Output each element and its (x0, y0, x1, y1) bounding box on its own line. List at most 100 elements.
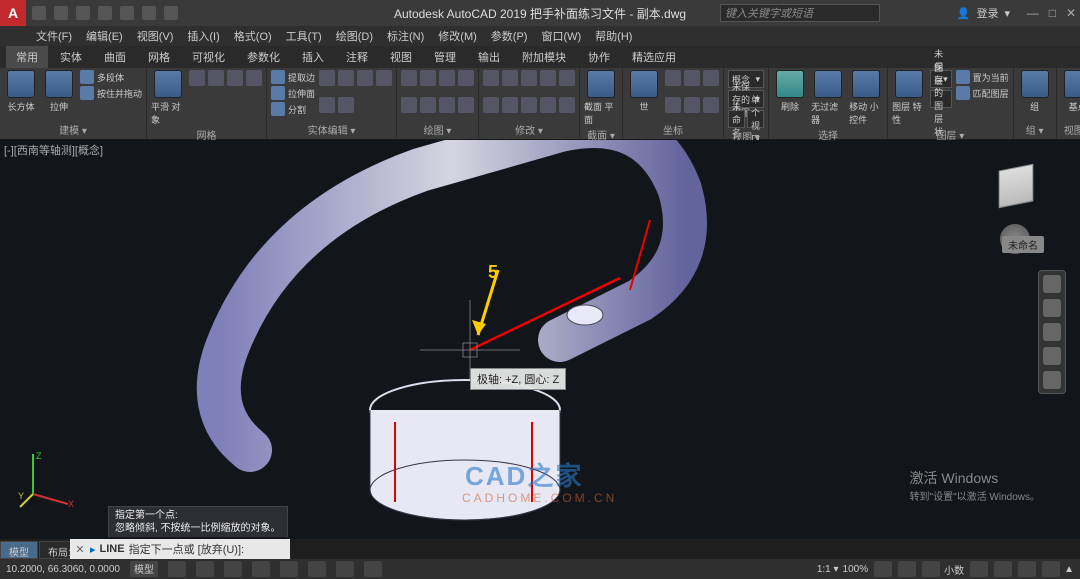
scale-icon[interactable] (559, 70, 575, 86)
menu-insert[interactable]: 插入(I) (181, 28, 225, 44)
customize-arrow-icon[interactable]: ▲ (1064, 564, 1074, 575)
qat-save-icon[interactable] (76, 6, 90, 20)
qat-redo-icon[interactable] (164, 6, 178, 20)
menu-edit[interactable]: 编辑(E) (80, 28, 129, 44)
offset-icon[interactable] (559, 97, 575, 113)
ucs-tool-icon[interactable] (703, 70, 719, 86)
layer-state-dropdown[interactable]: 未保存的图层状态 (930, 90, 952, 108)
drawing-viewport[interactable]: [-][西南等轴测][概念] 5 极轴: +Z, 圆心: Z 未命名 (0, 140, 1080, 539)
clean-screen-icon[interactable] (1042, 561, 1060, 577)
mirror-icon[interactable] (540, 70, 556, 86)
command-close-icon[interactable]: ✕ (70, 543, 90, 556)
polar-toggle-icon[interactable] (252, 561, 270, 577)
tab-surface[interactable]: 曲面 (94, 46, 136, 68)
tab-insert[interactable]: 插入 (292, 46, 334, 68)
tab-home[interactable]: 常用 (6, 46, 48, 68)
model-paper-toggle[interactable]: 模型 (130, 561, 158, 577)
tab-manage[interactable]: 管理 (424, 46, 466, 68)
ortho-toggle-icon[interactable] (224, 561, 242, 577)
named-dropdown[interactable]: 未命名 (728, 110, 745, 128)
ucs-tool-icon[interactable] (684, 97, 700, 113)
anno-monitor-icon[interactable] (922, 561, 940, 577)
ellipse-icon[interactable] (420, 97, 436, 113)
annotation-scale-icon[interactable] (874, 561, 892, 577)
user-dropdown-icon[interactable]: ▾ (1004, 7, 1010, 20)
polyline-icon[interactable] (420, 70, 436, 86)
spline-icon[interactable] (439, 97, 455, 113)
tab-output[interactable]: 输出 (468, 46, 510, 68)
viewport-dropdown[interactable]: 单个视口 (747, 110, 764, 128)
zoom-percent[interactable]: 100% (843, 564, 869, 575)
quickprops-icon[interactable] (970, 561, 988, 577)
move-gizmo-button[interactable]: 移动 小控件 (849, 70, 883, 126)
snap-toggle-icon[interactable] (196, 561, 214, 577)
layer-properties-button[interactable]: 图层 特性 (892, 70, 926, 126)
tab-parametric[interactable]: 参数化 (237, 46, 290, 68)
unnamed-view-tag[interactable]: 未命名 (1002, 236, 1044, 253)
app-logo[interactable]: A (0, 0, 26, 26)
login-link[interactable]: 登录 (976, 5, 998, 21)
panel-title-group[interactable]: 组 ▾ (1018, 121, 1052, 137)
nav-zoom-icon[interactable] (1043, 323, 1061, 341)
isolate-icon[interactable] (1018, 561, 1036, 577)
line-icon[interactable] (401, 70, 417, 86)
menu-file[interactable]: 文件(F) (30, 28, 78, 44)
mesh-tool-icon[interactable] (189, 70, 205, 86)
tab-mesh[interactable]: 网格 (138, 46, 180, 68)
tab-featured[interactable]: 精选应用 (622, 46, 686, 68)
menu-dimension[interactable]: 标注(N) (381, 28, 430, 44)
units-label[interactable]: 小数 (944, 562, 964, 577)
solid-tool-icon[interactable] (319, 70, 335, 86)
trim-icon[interactable] (483, 97, 499, 113)
dyn-input-icon[interactable] (336, 561, 354, 577)
command-line[interactable]: ✕ ▸ LINE 指定下一点或 [放弃(U)]: (70, 539, 290, 559)
osnap-toggle-icon[interactable] (280, 561, 298, 577)
nav-pan-icon[interactable] (1043, 299, 1061, 317)
menu-tools[interactable]: 工具(T) (280, 28, 328, 44)
solid-tool-icon[interactable] (338, 97, 354, 113)
lineweight-icon[interactable] (364, 561, 382, 577)
tab-annotate[interactable]: 注释 (336, 46, 378, 68)
array-icon[interactable] (540, 97, 556, 113)
tab-view[interactable]: 视图 (380, 46, 422, 68)
mesh-tool-icon[interactable] (208, 70, 224, 86)
separate-button[interactable]: 分割 (271, 102, 315, 116)
tab-solid[interactable]: 实体 (50, 46, 92, 68)
hatch-icon[interactable] (458, 97, 474, 113)
help-search-input[interactable]: 键入关键字或短语 (720, 4, 880, 22)
extrude-button[interactable]: 拉伸 (42, 70, 76, 121)
menu-draw[interactable]: 绘图(D) (330, 28, 379, 44)
grid-toggle-icon[interactable] (168, 561, 186, 577)
panel-title-draw[interactable]: 绘图 ▾ (401, 121, 474, 137)
menu-format[interactable]: 格式(O) (228, 28, 278, 44)
erase-button[interactable]: 刷除 (773, 70, 807, 126)
minimize-button[interactable]: — (1027, 6, 1039, 20)
circle-icon[interactable] (439, 70, 455, 86)
extract-edges-button[interactable]: 提取边 (271, 70, 315, 84)
panel-title-view2[interactable]: 视图 ▾ (1061, 121, 1080, 137)
solid-tool-icon[interactable] (319, 97, 335, 113)
solid-tool-icon[interactable] (338, 70, 354, 86)
maximize-button[interactable]: □ (1049, 6, 1056, 20)
group-button[interactable]: 组 (1018, 70, 1052, 121)
viewcube[interactable] (988, 158, 1044, 214)
menu-view[interactable]: 视图(V) (131, 28, 180, 44)
rotate-icon[interactable] (521, 70, 537, 86)
nav-orbit-icon[interactable] (1043, 347, 1061, 365)
presspull-button[interactable]: 按住并拖动 (80, 86, 142, 100)
move-icon[interactable] (483, 70, 499, 86)
tab-collaborate[interactable]: 协作 (578, 46, 620, 68)
tab-visualize[interactable]: 可视化 (182, 46, 235, 68)
match-layer-button[interactable]: 匹配图层 (956, 86, 1009, 100)
tab-addins[interactable]: 附加模块 (512, 46, 576, 68)
close-button[interactable]: ✕ (1066, 6, 1076, 20)
ucs-tool-icon[interactable] (684, 70, 700, 86)
panel-title-modeling[interactable]: 建模 ▾ (4, 121, 142, 137)
nav-showmotion-icon[interactable] (1043, 371, 1061, 389)
extend-icon[interactable] (502, 97, 518, 113)
nav-fullnav-icon[interactable] (1043, 275, 1061, 293)
solid-tool-icon[interactable] (376, 70, 392, 86)
base-view-button[interactable]: 基点 (1061, 70, 1080, 121)
panel-title-modify[interactable]: 修改 ▾ (483, 121, 575, 137)
copy-icon[interactable] (502, 70, 518, 86)
